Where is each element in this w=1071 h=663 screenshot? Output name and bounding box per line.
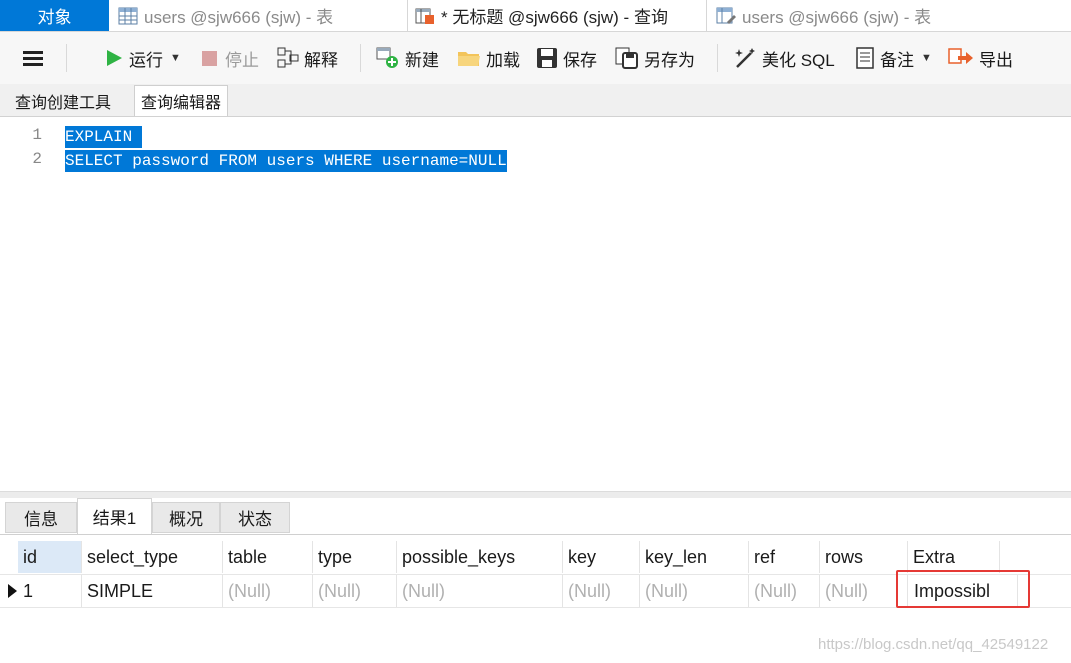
column-header[interactable]: id	[18, 541, 82, 573]
sql-editor[interactable]: 1 2 EXPLAIN SELECT password FROM users W…	[0, 117, 1071, 491]
load-label: 加载	[486, 50, 520, 70]
memo-label: 备注	[880, 50, 914, 70]
stop-button[interactable]: 停止	[200, 45, 259, 71]
cell-table[interactable]: (Null)	[223, 575, 313, 607]
tab-status-label: 状态	[238, 510, 272, 529]
save-label: 保存	[563, 50, 597, 70]
menu-button[interactable]	[22, 45, 49, 71]
code-line-selected[interactable]: SELECT password FROM users WHERE usernam…	[65, 150, 507, 172]
tab-info[interactable]: 信息	[5, 502, 77, 533]
new-button[interactable]: 新建	[376, 45, 439, 71]
tab-query-builder[interactable]: 查询创建工具	[9, 86, 117, 115]
tab-result1-label: 结果1	[92, 509, 137, 528]
tab-status[interactable]: 状态	[220, 502, 290, 533]
result-tabs: 信息 结果1 概况 状态	[0, 498, 1071, 535]
tab-untitled-query[interactable]: * 无标题 @sjw666 (sjw) - 查询	[409, 0, 707, 31]
memo-button[interactable]: 备注 ▼	[855, 45, 932, 71]
current-row-indicator-icon	[8, 584, 17, 598]
run-button[interactable]: 运行 ▼	[104, 45, 181, 71]
line-number: 1	[32, 126, 42, 144]
column-header[interactable]: Extra	[908, 541, 1000, 573]
hamburger-icon	[23, 51, 43, 66]
save-as-label: 另存为	[644, 50, 695, 70]
column-header[interactable]: table	[223, 541, 313, 573]
document-tab-bar: 对象 users @sjw666 (sjw) - 表 * 无标题 @sjw666…	[0, 0, 1071, 32]
memo-icon	[856, 47, 874, 69]
tab-objects-label: 对象	[37, 8, 72, 27]
column-header[interactable]: select_type	[82, 541, 223, 573]
column-header[interactable]: possible_keys	[397, 541, 563, 573]
column-header[interactable]: type	[313, 541, 397, 573]
watermark: https://blog.csdn.net/qq_42549122	[818, 636, 1049, 653]
table-icon	[118, 7, 138, 24]
tab-info-label: 信息	[24, 510, 58, 529]
tab-objects[interactable]: 对象	[0, 0, 109, 31]
cell-type[interactable]: (Null)	[313, 575, 397, 607]
query-table-icon	[415, 8, 434, 24]
explain-button[interactable]: 解释	[277, 45, 338, 71]
extra-highlight-annotation	[896, 570, 1030, 608]
play-icon	[107, 50, 122, 66]
beautify-sql-label: 美化 SQL	[762, 50, 835, 70]
tab-users-label: users @sjw666 (sjw) - 表	[144, 8, 334, 27]
table-edit-icon	[716, 7, 736, 24]
new-label: 新建	[405, 50, 439, 70]
cell-rows[interactable]: (Null)	[820, 575, 908, 607]
column-header[interactable]: key_len	[640, 541, 749, 573]
tab-result1[interactable]: 结果1	[77, 498, 152, 534]
export-button[interactable]: 导出	[948, 45, 1013, 71]
folder-icon	[458, 52, 480, 66]
grid-header-row: id select_type table type possible_keys …	[0, 541, 1071, 573]
column-header[interactable]: ref	[749, 541, 820, 573]
explain-icon	[277, 47, 299, 68]
tab-overview-label: 概况	[169, 510, 203, 529]
cell-id[interactable]: 1	[18, 575, 82, 607]
tab-query-editor[interactable]: 查询编辑器	[134, 85, 229, 116]
tab-users-2-label: users @sjw666 (sjw) - 表	[742, 8, 932, 27]
code-line-selected[interactable]: EXPLAIN	[65, 126, 142, 148]
run-label: 运行	[129, 50, 163, 70]
line-number-gutter: 1 2	[0, 117, 57, 491]
new-query-icon	[376, 47, 398, 68]
line-number: 2	[32, 150, 42, 168]
cell-select-type[interactable]: SIMPLE	[82, 575, 223, 607]
tab-query-editor-label: 查询编辑器	[141, 95, 222, 112]
cell-key-len[interactable]: (Null)	[640, 575, 749, 607]
column-header[interactable]: rows	[820, 541, 908, 573]
export-label: 导出	[979, 50, 1013, 70]
cell-ref[interactable]: (Null)	[749, 575, 820, 607]
save-as-icon	[615, 47, 638, 69]
stop-icon	[202, 51, 217, 66]
tab-users-table-1[interactable]: users @sjw666 (sjw) - 表	[110, 0, 408, 31]
stop-label: 停止	[225, 50, 259, 70]
magic-wand-icon	[735, 48, 755, 68]
run-dropdown-icon[interactable]: ▼	[170, 52, 181, 64]
save-icon	[537, 48, 557, 68]
tab-users-table-2[interactable]: users @sjw666 (sjw) - 表	[708, 0, 1008, 31]
save-button[interactable]: 保存	[536, 45, 597, 71]
tab-untitled-label: * 无标题 @sjw666 (sjw) - 查询	[441, 8, 668, 27]
cell-key[interactable]: (Null)	[563, 575, 640, 607]
memo-dropdown-icon[interactable]: ▼	[921, 52, 932, 64]
cell-possible-keys[interactable]: (Null)	[397, 575, 563, 607]
beautify-sql-button[interactable]: 美化 SQL	[733, 45, 835, 71]
load-button[interactable]: 加载	[457, 45, 520, 71]
column-header[interactable]: key	[563, 541, 640, 573]
explain-label: 解释	[304, 50, 338, 70]
export-icon	[948, 48, 973, 64]
query-mode-tabs: 查询创建工具 查询编辑器	[0, 84, 1071, 117]
tab-overview[interactable]: 概况	[152, 502, 220, 533]
save-as-button[interactable]: 另存为	[615, 45, 695, 71]
tab-query-builder-label: 查询创建工具	[15, 94, 112, 112]
toolbar: 运行 ▼ 停止 解释 新建 加载 保存 另存为 美化 SQL 备注 ▼ 导出	[0, 32, 1071, 84]
